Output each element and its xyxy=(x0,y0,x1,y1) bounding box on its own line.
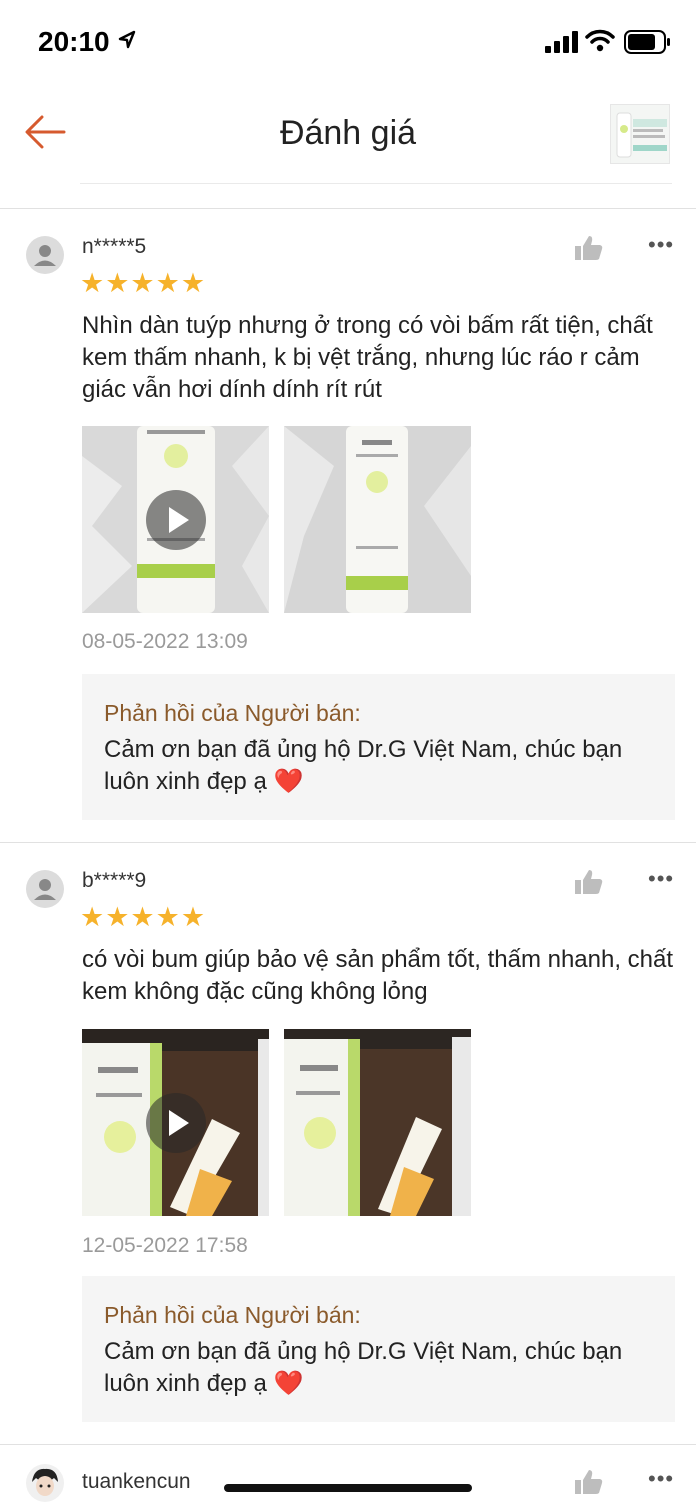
more-options-icon[interactable]: ••• xyxy=(648,866,674,892)
seller-reply-text: Cảm ơn bạn đã ủng hộ Dr.G Việt Nam, chúc… xyxy=(104,1338,623,1397)
play-icon[interactable] xyxy=(146,490,206,550)
review-photo[interactable] xyxy=(284,1029,471,1216)
seller-reply-title: Phản hồi của Người bán: xyxy=(104,700,361,726)
star-rating: ★★★★★ xyxy=(80,902,207,932)
wifi-icon xyxy=(585,29,615,52)
review-video-thumbnail[interactable] xyxy=(82,426,269,613)
more-options-icon[interactable]: ••• xyxy=(648,232,674,258)
review-text: có vòi bum giúp bảo vệ sản phẩm tốt, thấ… xyxy=(82,946,674,1005)
reviewer-name: n*****5 xyxy=(82,235,147,258)
seller-reply: Phản hồi của Người bán: Cảm ơn bạn đã ủn… xyxy=(82,1276,675,1422)
avatar[interactable] xyxy=(26,870,64,908)
location-arrow-icon xyxy=(118,30,136,49)
review-date: 12-05-2022 17:58 xyxy=(82,1234,248,1257)
review-photo[interactable] xyxy=(284,426,471,613)
avatar[interactable] xyxy=(26,236,64,274)
page-header: Đánh giá xyxy=(0,86,696,182)
cellular-signal-icon xyxy=(545,31,578,53)
home-indicator[interactable] xyxy=(224,1484,472,1492)
header-divider xyxy=(80,183,672,184)
seller-reply: Phản hồi của Người bán: Cảm ơn bạn đã ủn… xyxy=(82,674,675,820)
status-bar: 20:10 xyxy=(0,0,696,86)
review-text: Nhìn dàn tuýp nhưng ở trong có vòi bấm r… xyxy=(82,312,653,403)
review-video-thumbnail[interactable] xyxy=(82,1029,269,1216)
avatar[interactable] xyxy=(26,1464,64,1502)
more-options-icon[interactable]: ••• xyxy=(648,1466,674,1492)
thumbs-up-icon[interactable] xyxy=(574,868,604,896)
seller-reply-title: Phản hồi của Người bán: xyxy=(104,1302,361,1328)
review-divider xyxy=(0,842,696,843)
product-thumbnail[interactable] xyxy=(610,104,670,164)
status-time: 20:10 xyxy=(38,26,110,57)
section-divider xyxy=(0,208,696,209)
reviewer-name: b*****9 xyxy=(82,869,147,892)
play-icon[interactable] xyxy=(146,1093,206,1153)
thumbs-up-icon[interactable] xyxy=(574,234,604,262)
seller-reply-text: Cảm ơn bạn đã ủng hộ Dr.G Việt Nam, chúc… xyxy=(104,736,623,795)
battery-icon xyxy=(624,30,670,54)
review-date: 08-05-2022 13:09 xyxy=(82,630,248,653)
thumbs-up-icon[interactable] xyxy=(574,1468,604,1496)
star-rating: ★★★★★ xyxy=(80,268,207,298)
review-divider xyxy=(0,1444,696,1445)
page-title: Đánh giá xyxy=(279,114,417,152)
reviewer-name: tuankencun xyxy=(82,1470,191,1493)
